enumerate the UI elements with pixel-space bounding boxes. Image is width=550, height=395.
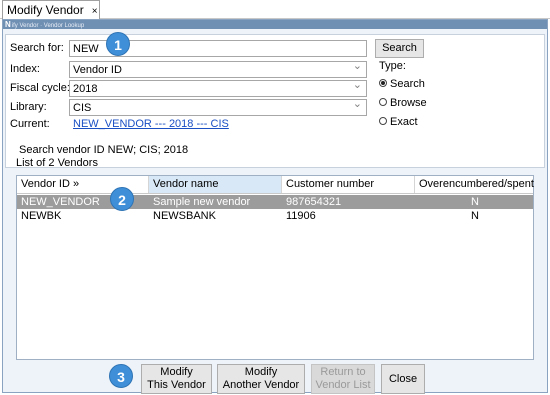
modify-another-vendor-line2: Another Vendor [222, 379, 300, 391]
column-header-overencumbered[interactable]: Overencumbered/spent [415, 176, 535, 193]
return-line1: Return to [320, 366, 366, 378]
result-count: List of 2 Vendors [16, 157, 98, 169]
current-label: Current: [10, 118, 50, 130]
index-select[interactable]: Vendor ID [69, 61, 367, 78]
table-row[interactable]: NEW_VENDOR Sample new vendor 987654321 N [17, 195, 533, 209]
return-to-vendor-list-button[interactable]: Return to Vendor List [311, 364, 375, 394]
fiscal-cycle-select[interactable]: 2018 [69, 80, 367, 97]
search-button[interactable]: Search [375, 39, 424, 58]
modify-another-vendor-line1: Modify [244, 366, 278, 378]
table-row[interactable]: NEWBK NEWSBANK 11906 N [17, 209, 533, 223]
current-vendor-link[interactable]: NEW_VENDOR --- 2018 --- CIS [73, 118, 229, 130]
library-select[interactable]: CIS [69, 99, 367, 116]
table-header: Vendor ID » Vendor name Customer number … [17, 176, 535, 194]
type-radio-group: Search Browse Exact [374, 76, 434, 132]
modify-this-vendor-button[interactable]: Modify This Vendor [141, 364, 212, 394]
type-label: Type: [379, 60, 406, 72]
radio-dot-icon [379, 79, 387, 87]
callout-badge-2: 2 [110, 187, 134, 211]
window-title-text: ify Vendor · Vendor Lookup [11, 23, 85, 29]
column-header-vendor-name[interactable]: Vendor name [149, 176, 282, 193]
callout-badge-1: 1 [106, 32, 130, 56]
cell-overencumbered: N [471, 196, 479, 208]
close-button[interactable]: Close [381, 364, 425, 394]
library-label: Library: [10, 101, 47, 113]
callout-badge-3: 3 [109, 364, 133, 388]
radio-browse-label: Browse [390, 97, 427, 109]
window-title-strip: Nify Vendor · Vendor Lookup [3, 20, 547, 29]
radio-search[interactable]: Search [379, 78, 425, 90]
cell-overencumbered: N [471, 210, 479, 222]
modify-this-vendor-line1: Modify [160, 366, 193, 378]
fiscal-cycle-label: Fiscal cycle: [10, 82, 70, 94]
cell-vendor-name: Sample new vendor [153, 196, 251, 208]
radio-browse[interactable]: Browse [379, 97, 427, 109]
cell-customer-number: 987654321 [286, 196, 342, 208]
column-header-customer-number[interactable]: Customer number [282, 176, 415, 193]
close-icon[interactable]: × [92, 6, 98, 17]
search-summary: Search vendor ID NEW; CIS; 2018 [19, 144, 189, 156]
radio-exact[interactable]: Exact [379, 116, 418, 128]
modify-another-vendor-button[interactable]: Modify Another Vendor [217, 364, 305, 394]
tab-title: Modify Vendor [7, 3, 84, 17]
tab-modify-vendor[interactable]: Modify Vendor × [2, 0, 100, 19]
cell-vendor-name: NEWSBANK [153, 210, 216, 222]
tab-bar: Modify Vendor × [0, 0, 550, 19]
radio-exact-label: Exact [390, 116, 418, 128]
action-bar: Modify This Vendor Modify Another Vendor… [3, 364, 547, 394]
vendor-lookup-window: Nify Vendor · Vendor Lookup Search for: … [2, 19, 548, 394]
cell-vendor-id: NEWBK [21, 210, 62, 222]
window-initial: N [5, 20, 11, 29]
radio-dot-icon [379, 117, 387, 125]
radio-dot-icon [379, 98, 387, 106]
search-for-label: Search for: [10, 42, 64, 54]
cell-customer-number: 11906 [286, 210, 316, 222]
vendor-table: Vendor ID » Vendor name Customer number … [16, 175, 534, 360]
radio-search-label: Search [390, 78, 425, 90]
index-label: Index: [10, 63, 40, 75]
modify-this-vendor-line2: This Vendor [147, 379, 206, 391]
return-line2: Vendor List [315, 379, 371, 391]
